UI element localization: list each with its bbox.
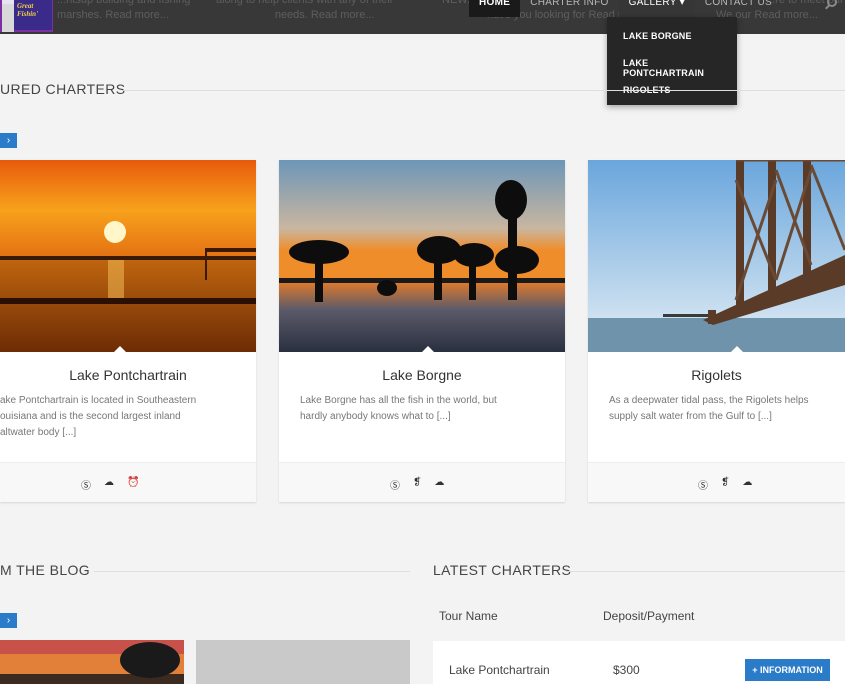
card-title[interactable]: Lake Pontchartrain xyxy=(0,367,256,383)
card-footer: Ⓢ ❡ ☁ xyxy=(588,462,845,502)
card-description: As a deepwater tidal pass, the Rigolets … xyxy=(609,395,809,422)
card-footer: Ⓢ ☁ ⏰ xyxy=(0,462,256,502)
card-description: Lake Borgne has all the fish in the worl… xyxy=(300,395,497,422)
charter-card-borgne[interactable]: Lake Borgne Lake Borgne has all the fish… xyxy=(279,160,565,502)
column-deposit: Deposit/Payment xyxy=(603,609,695,623)
featured-next-button[interactable]: › xyxy=(0,133,17,148)
blog-post-image[interactable] xyxy=(196,640,410,684)
site-logo[interactable]: Great Fishin' xyxy=(0,0,53,32)
dollar-icon: Ⓢ xyxy=(698,481,708,492)
gallery-menu-lake-borgne[interactable]: LAKE BORGNE xyxy=(607,25,737,52)
card-title[interactable]: Rigolets xyxy=(588,367,845,383)
ghost-text-2: along to help clients with any of their … xyxy=(216,0,394,21)
gallery-dropdown: LAKE BORGNE LAKE PONTCHARTRAIN RIGOLETS xyxy=(607,17,737,105)
ghost-text-1: ...ntsup building and fishing marshes. R… xyxy=(57,0,191,21)
gallery-menu-lake-pontchartrain[interactable]: LAKE PONTCHARTRAIN xyxy=(607,52,737,79)
blog-next-button[interactable]: › xyxy=(0,613,17,628)
nav-charter-info[interactable]: CHARTER INFO xyxy=(520,0,618,17)
utensils-icon: ❡ xyxy=(721,477,730,488)
information-button[interactable]: + INFORMATION xyxy=(745,659,830,681)
latest-divider xyxy=(566,571,845,572)
gallery-menu-rigolets[interactable]: RIGOLETS xyxy=(607,79,737,106)
card-title[interactable]: Lake Borgne xyxy=(279,367,565,383)
card-description: ake Pontchartrain is located in Southeas… xyxy=(0,395,197,438)
blog-post-image[interactable] xyxy=(0,640,184,684)
cloud-icon: ☁ xyxy=(434,477,445,488)
column-tour-name: Tour Name xyxy=(439,609,498,623)
table-row: Lake Pontchartrain $300 + INFORMATION xyxy=(433,641,845,684)
read-more-link[interactable]: Read more... xyxy=(105,9,169,21)
dollar-icon: Ⓢ xyxy=(390,481,400,492)
nav-contact[interactable]: CONTACT US xyxy=(695,0,782,17)
latest-heading: LATEST CHARTERS xyxy=(433,562,572,578)
charter-card-pontchartrain[interactable]: Lake Pontchartrain ake Pontchartrain is … xyxy=(0,160,256,502)
featured-heading: URED CHARTERS xyxy=(0,81,126,97)
nav-home[interactable]: HOME xyxy=(469,0,521,17)
utensils-icon: ❡ xyxy=(413,477,422,488)
deposit-cell: $300 xyxy=(613,663,640,677)
cloud-icon: ☁ xyxy=(742,477,753,488)
charter-card-rigolets[interactable]: Rigolets As a deepwater tidal pass, the … xyxy=(588,160,845,502)
card-footer: Ⓢ ❡ ☁ xyxy=(279,462,565,502)
card-photo xyxy=(588,160,845,352)
blog-divider xyxy=(94,571,410,572)
card-photo xyxy=(0,160,256,352)
tour-name-cell: Lake Pontchartrain xyxy=(449,663,550,677)
logo-text: Great Fishin' xyxy=(17,2,39,18)
nav-gallery[interactable]: GALLERY ▾ xyxy=(618,0,695,17)
dollar-icon: Ⓢ xyxy=(81,481,91,492)
featured-divider xyxy=(123,90,845,91)
card-photo xyxy=(279,160,565,352)
blog-heading: M THE BLOG xyxy=(0,562,91,578)
cloud-icon: ☁ xyxy=(104,477,114,488)
alarm-icon: ⏰ xyxy=(127,477,140,488)
read-more-link[interactable]: Read more... xyxy=(311,9,375,21)
